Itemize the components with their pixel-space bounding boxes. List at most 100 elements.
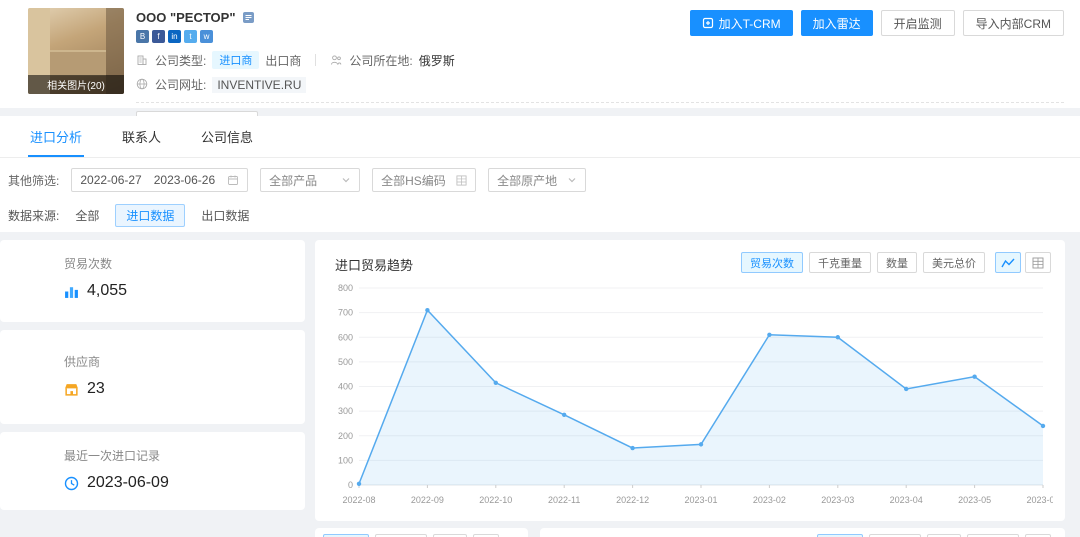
- start-monitoring-label: 开启监测: [894, 15, 942, 32]
- data-source-row: 数据来源: 全部 进口数据 出口数据: [8, 204, 1080, 227]
- trade-count-value: 4,055: [87, 282, 127, 300]
- divider: [136, 102, 1064, 103]
- import-trend-card: 进口贸易趋势 贸易次数 千克重量 数量 美元总价: [315, 240, 1065, 521]
- facebook-icon[interactable]: f: [152, 30, 165, 43]
- hs-code-filter-select[interactable]: 全部HS编码: [372, 168, 476, 192]
- svg-text:2022-09: 2022-09: [411, 495, 444, 505]
- analysis-section-header: 进口分析 联系人 公司信息 其他筛选: 2022-06-27 2023-06-2…: [0, 116, 1080, 232]
- website-social-icon[interactable]: w: [200, 30, 213, 43]
- hs-grid-icon: [456, 175, 467, 186]
- metric-toggle-trade-count[interactable]: 贸易次数: [741, 252, 803, 273]
- origin-filter-value: 全部原产地: [497, 172, 557, 189]
- add-radar-button[interactable]: 加入雷达: [801, 10, 873, 36]
- metric-toggle-group: 贸易次数 千克重量 数量 美元总价: [741, 252, 985, 273]
- tab-company-info[interactable]: 公司信息: [199, 116, 255, 157]
- svg-text:2022-11: 2022-11: [548, 495, 580, 505]
- date-end: 2023-06-26: [154, 173, 215, 187]
- svg-text:200: 200: [338, 431, 353, 441]
- svg-text:2022-12: 2022-12: [616, 495, 649, 505]
- tcrm-icon: [702, 17, 714, 29]
- svg-text:2023-02: 2023-02: [753, 495, 786, 505]
- trend-chart-svg: 0 100 200 300 400 500 600 700 800 2022-08 2022-09 2…: [323, 278, 1053, 511]
- filter-row: 其他筛选: 2022-06-27 2023-06-26 全部产品 全部HS编码: [8, 168, 1080, 192]
- table-view-icon[interactable]: [1025, 252, 1051, 273]
- company-name: OOO "PECTOP": [136, 10, 236, 25]
- location-label: 公司所在地:: [349, 52, 412, 69]
- svg-text:100: 100: [338, 455, 353, 465]
- stat-card-trade-count: 贸易次数 4,055: [0, 240, 305, 322]
- trade-count-label: 贸易次数: [64, 255, 289, 272]
- svg-text:2022-08: 2022-08: [342, 495, 375, 505]
- svg-text:2023-01: 2023-01: [684, 495, 717, 505]
- page: 相关图片(20) OOO "PECTOP" B f in t w 公司类型:: [0, 0, 1080, 537]
- company-type-importer-tag[interactable]: 进口商: [212, 51, 259, 69]
- photo-decoration: [50, 50, 106, 76]
- product-filter-value: 全部产品: [269, 172, 317, 189]
- svg-text:800: 800: [338, 283, 353, 293]
- source-option-all[interactable]: 全部: [75, 207, 99, 224]
- factory-icon: [64, 382, 79, 397]
- latest-import-label: 最近一次进口记录: [64, 447, 289, 464]
- chevron-down-icon: [341, 175, 351, 185]
- svg-text:2023-06: 2023-06: [1026, 495, 1053, 505]
- twitter-icon[interactable]: t: [184, 30, 197, 43]
- clock-icon: [64, 476, 79, 491]
- import-internal-crm-button[interactable]: 导入内部CRM: [963, 10, 1064, 36]
- svg-text:400: 400: [338, 382, 353, 392]
- add-tcrm-label: 加入T-CRM: [719, 15, 781, 32]
- website-label: 公司网址:: [155, 76, 206, 93]
- calendar-icon: [227, 174, 239, 186]
- website-value[interactable]: INVENTIVE.RU: [212, 77, 306, 93]
- metric-toggle-quantity[interactable]: 数量: [877, 252, 917, 273]
- svg-text:0: 0: [348, 480, 353, 490]
- start-monitoring-button[interactable]: 开启监测: [881, 10, 955, 36]
- product-filter-select[interactable]: 全部产品: [260, 168, 360, 192]
- svg-text:2023-04: 2023-04: [890, 495, 923, 505]
- metric-toggle-usd-total[interactable]: 美元总价: [923, 252, 985, 273]
- related-images-label[interactable]: 相关图片(20): [28, 75, 124, 94]
- chart-view-toggle-group: [995, 252, 1051, 273]
- chart-controls: 贸易次数 千克重量 数量 美元总价: [741, 252, 1051, 273]
- chevron-down-icon: [567, 175, 577, 185]
- metric-toggle-kg-weight[interactable]: 千克重量: [809, 252, 871, 273]
- partial-card-right: [540, 528, 1065, 537]
- company-photo[interactable]: 相关图片(20): [28, 8, 124, 94]
- company-type-exporter[interactable]: 出口商: [265, 52, 301, 69]
- company-type-label: 公司类型:: [155, 52, 206, 69]
- building-icon: [136, 54, 149, 67]
- tab-import-analysis[interactable]: 进口分析: [28, 116, 84, 157]
- svg-text:2023-05: 2023-05: [958, 495, 991, 505]
- other-filters-label: 其他筛选:: [8, 172, 59, 189]
- tab-contacts[interactable]: 联系人: [120, 116, 163, 157]
- location-value: 俄罗斯: [419, 52, 455, 69]
- date-range-picker[interactable]: 2022-06-27 2023-06-26: [71, 168, 248, 192]
- svg-text:300: 300: [338, 406, 353, 416]
- data-source-label: 数据来源:: [8, 207, 59, 224]
- svg-text:700: 700: [338, 308, 353, 318]
- add-tcrm-button[interactable]: 加入T-CRM: [690, 10, 793, 36]
- source-option-export[interactable]: 出口数据: [201, 207, 249, 224]
- stat-card-suppliers: 供应商 23: [0, 330, 305, 424]
- vk-icon[interactable]: B: [136, 30, 149, 43]
- tab-bar: 进口分析 联系人 公司信息: [0, 116, 1080, 158]
- divider: [315, 54, 316, 66]
- linkedin-icon[interactable]: in: [168, 30, 181, 43]
- date-start: 2022-06-27: [80, 173, 141, 187]
- svg-text:500: 500: [338, 357, 353, 367]
- svg-text:600: 600: [338, 332, 353, 342]
- suppliers-value: 23: [87, 380, 105, 398]
- origin-filter-select[interactable]: 全部原产地: [488, 168, 586, 192]
- globe-icon: [136, 78, 149, 91]
- line-chart-view-icon[interactable]: [995, 252, 1021, 273]
- company-report-icon[interactable]: [242, 11, 255, 24]
- latest-import-value: 2023-06-09: [87, 474, 169, 492]
- content-area: 贸易次数 4,055 供应商 23: [0, 232, 1080, 537]
- bar-chart-icon: [64, 284, 79, 299]
- company-header: 相关图片(20) OOO "PECTOP" B f in t w 公司类型:: [0, 0, 1080, 108]
- hs-code-filter-value: 全部HS编码: [381, 172, 446, 189]
- add-radar-label: 加入雷达: [813, 15, 861, 32]
- partial-card-left: [315, 528, 528, 537]
- chart-title: 进口贸易趋势: [335, 252, 413, 274]
- stat-card-latest-import: 最近一次进口记录 2023-06-09: [0, 432, 305, 510]
- source-option-import[interactable]: 进口数据: [115, 204, 185, 227]
